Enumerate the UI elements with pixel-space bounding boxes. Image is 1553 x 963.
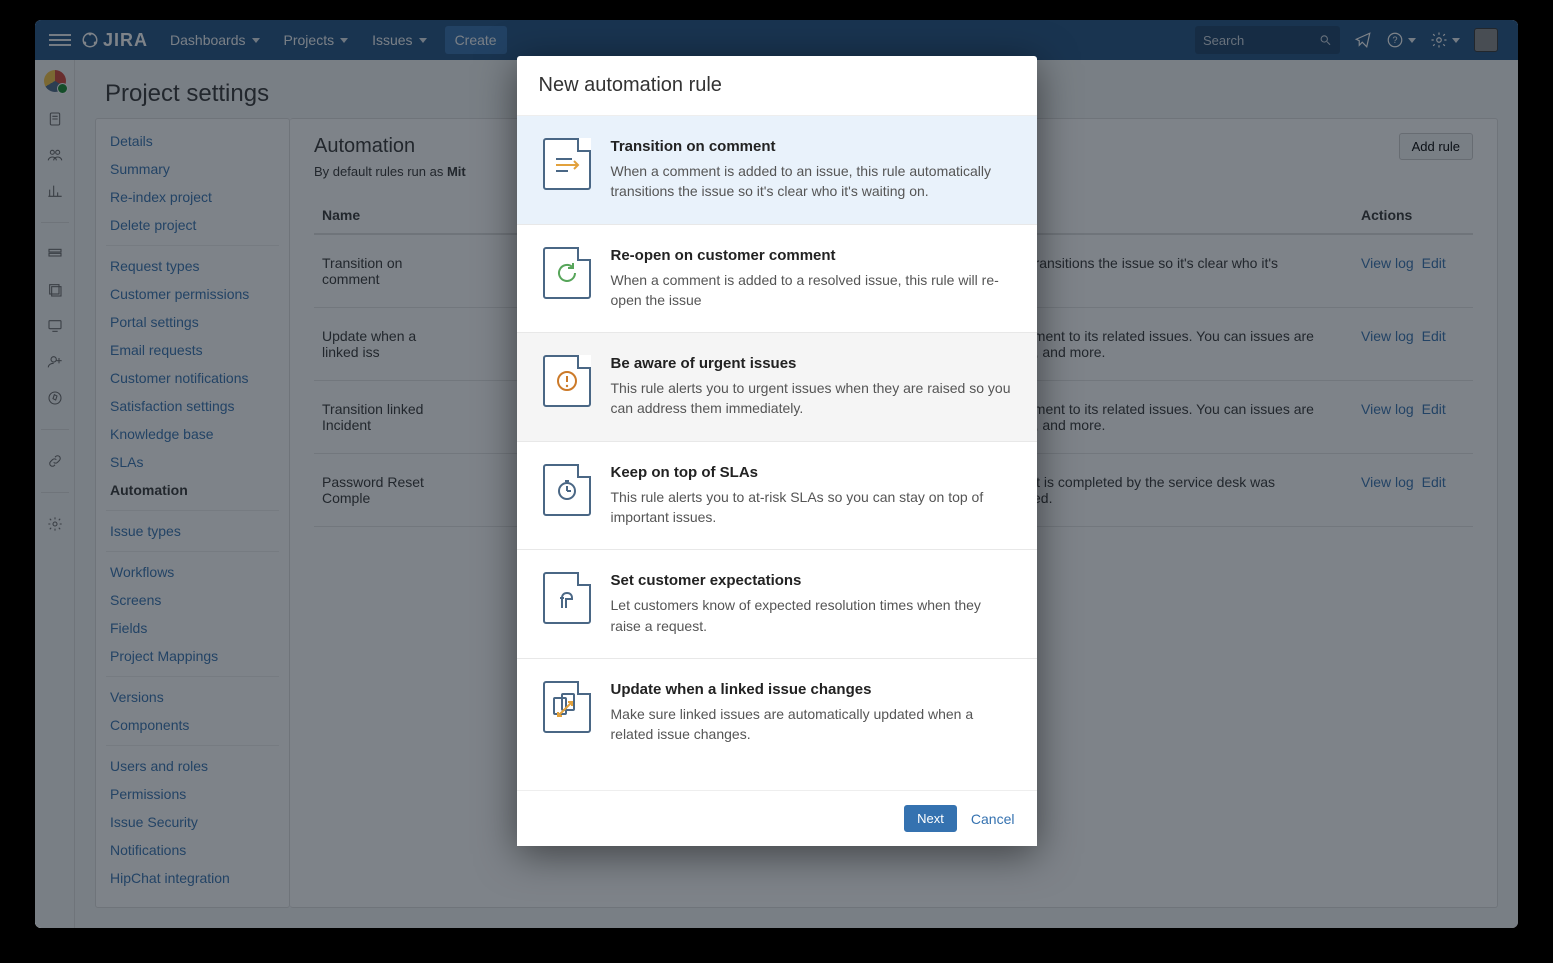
template-title: Set customer expectations	[611, 572, 1011, 589]
template-transition-on-comment[interactable]: Transition on comment When a comment is a…	[517, 116, 1037, 225]
template-desc: When a comment is added to an issue, thi…	[611, 161, 1011, 202]
template-icon	[543, 138, 591, 190]
template-icon	[543, 464, 591, 516]
next-button[interactable]: Next	[904, 805, 957, 832]
template-icon	[543, 247, 591, 299]
template-title: Re-open on customer comment	[611, 247, 1011, 264]
template-be-aware-of-urgent-issues[interactable]: Be aware of urgent issues This rule alert…	[517, 333, 1037, 442]
template-desc: Let customers know of expected resolutio…	[611, 595, 1011, 636]
template-desc: This rule alerts you to urgent issues wh…	[611, 378, 1011, 419]
template-desc: Make sure linked issues are automaticall…	[611, 704, 1011, 745]
modal-title: New automation rule	[517, 56, 1037, 116]
template-title: Update when a linked issue changes	[611, 681, 1011, 698]
template-desc: When a comment is added to a resolved is…	[611, 270, 1011, 311]
template-icon	[543, 355, 591, 407]
template-icon	[543, 572, 591, 624]
template-update-when-a-linked-issue-changes[interactable]: Update when a linked issue changes Make s…	[517, 659, 1037, 767]
cancel-link[interactable]: Cancel	[971, 811, 1015, 827]
template-set-customer-expectations[interactable]: Set customer expectations Let customers k…	[517, 550, 1037, 659]
template-title: Keep on top of SLAs	[611, 464, 1011, 481]
modal-overlay: New automation rule Transition on commen…	[35, 20, 1518, 928]
template-re-open-on-customer-comment[interactable]: Re-open on customer comment When a commen…	[517, 225, 1037, 334]
template-title: Be aware of urgent issues	[611, 355, 1011, 372]
template-title: Transition on comment	[611, 138, 1011, 155]
template-desc: This rule alerts you to at-risk SLAs so …	[611, 487, 1011, 528]
template-keep-on-top-of-slas[interactable]: Keep on top of SLAs This rule alerts you …	[517, 442, 1037, 551]
template-icon	[543, 681, 591, 733]
new-automation-modal: New automation rule Transition on commen…	[517, 56, 1037, 846]
